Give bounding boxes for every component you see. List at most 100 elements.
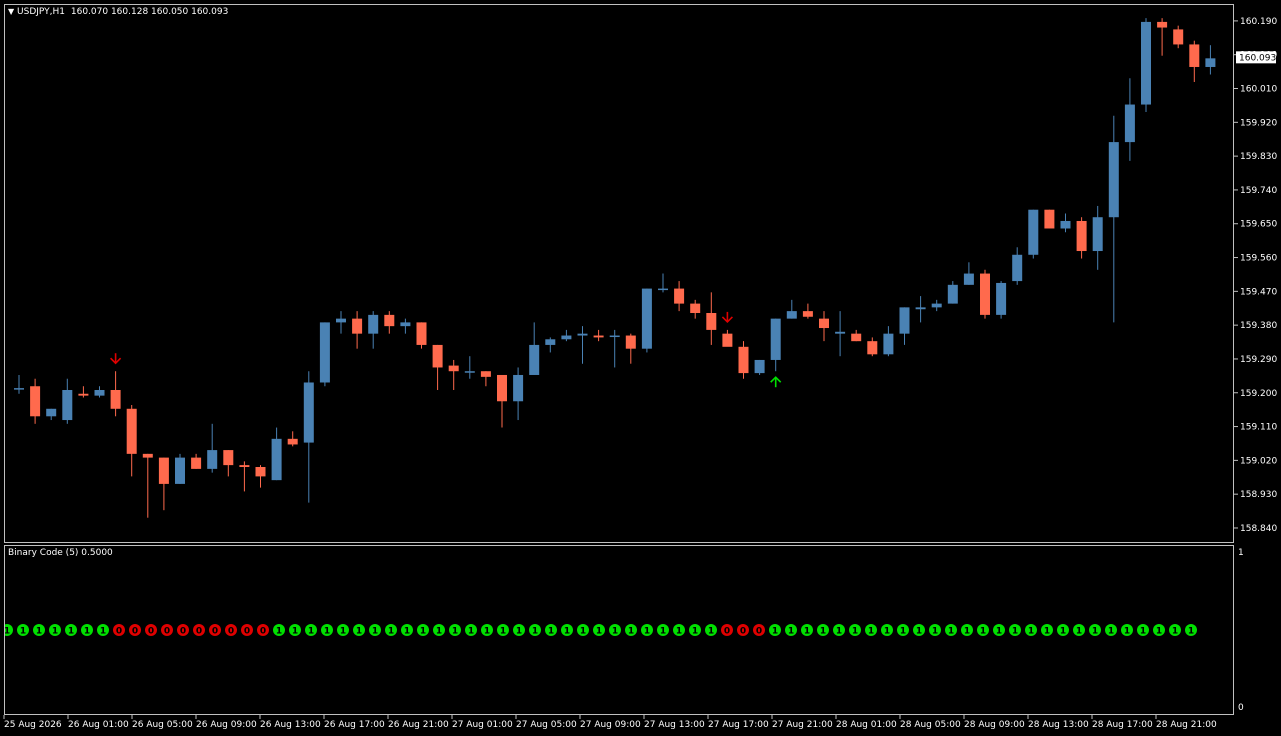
- binary-dot-digit: 1: [772, 627, 778, 637]
- binary-one-dot: 1: [529, 624, 541, 637]
- candle-body: [706, 313, 717, 330]
- binary-dot-digit: 1: [580, 627, 586, 637]
- candle-body: [303, 382, 314, 443]
- bull-candle: [62, 378, 73, 424]
- price-chart-pane[interactable]: ▼ USDJPY,H1 160.070 160.128 160.050 160.…: [4, 4, 1234, 543]
- bull-candle: [963, 262, 974, 285]
- candle-body: [1205, 58, 1216, 67]
- bull-candle: [899, 307, 910, 345]
- binary-dot-digit: 1: [68, 627, 74, 637]
- bear-candle: [158, 457, 169, 511]
- binary-one-dot: 1: [1041, 624, 1053, 637]
- binary-dot-digit: 1: [36, 627, 42, 637]
- binary-one-dot: 1: [993, 624, 1005, 637]
- binary-dot-digit: 1: [5, 627, 10, 637]
- candle-body: [802, 311, 813, 317]
- binary-zero-dot: 0: [129, 624, 141, 637]
- candle-body: [207, 450, 218, 469]
- time-label: 26 Aug 05:00: [132, 720, 193, 730]
- binary-dot-digit: 1: [868, 627, 874, 637]
- binary-dot-digit: 1: [932, 627, 938, 637]
- symbol-period: USDJPY,H1: [17, 7, 65, 17]
- candle-body: [835, 331, 846, 334]
- binary-one-dot: 1: [321, 624, 333, 637]
- candle-body: [883, 333, 894, 355]
- binary-dot-digit: 1: [1156, 627, 1162, 637]
- bear-candle: [110, 371, 121, 417]
- binary-zero-dot: 0: [209, 624, 221, 637]
- binary-one-dot: 1: [497, 624, 509, 637]
- binary-zero-dot: 0: [257, 624, 269, 637]
- candle-body: [786, 311, 797, 319]
- chart-menu-icon[interactable]: ▼: [8, 7, 14, 16]
- binary-dot-digit: 1: [420, 627, 426, 637]
- candle-body: [1012, 254, 1023, 282]
- binary-one-dot: 1: [657, 624, 669, 637]
- bear-candle: [239, 461, 250, 492]
- binary-zero-dot: 0: [241, 624, 253, 637]
- binary-one-dot: 1: [273, 624, 285, 637]
- price-tick-label: 159.650: [1240, 220, 1277, 230]
- candle-body: [819, 318, 829, 329]
- bull-candle: [1124, 78, 1135, 161]
- binary-dot-digit: 1: [404, 627, 410, 637]
- price-tick-label: 159.020: [1240, 456, 1277, 466]
- binary-one-dot: 1: [1089, 624, 1101, 637]
- candle-body: [352, 318, 363, 334]
- indicator-pane[interactable]: 1111111000000000011111111111111111111111…: [4, 545, 1234, 715]
- binary-dot-digit: 1: [292, 627, 298, 637]
- candle-body: [1141, 21, 1151, 105]
- time-label: 28 Aug 13:00: [1028, 720, 1089, 730]
- bear-candle: [1044, 209, 1055, 229]
- binary-one-dot: 1: [609, 624, 621, 637]
- candle-body: [641, 288, 652, 349]
- bear-candle: [802, 303, 813, 319]
- bear-candle: [432, 344, 443, 390]
- binary-one-dot: 1: [1121, 624, 1133, 637]
- binary-dot-digit: 0: [196, 627, 202, 637]
- binary-one-dot: 1: [625, 624, 637, 637]
- binary-dot-digit: 1: [708, 627, 714, 637]
- bull-candle: [947, 281, 958, 304]
- binary-zero-dot: 0: [161, 624, 173, 637]
- binary-dot-digit: 1: [100, 627, 106, 637]
- bull-candle: [1028, 209, 1039, 259]
- binary-zero-dot: 0: [753, 624, 765, 637]
- candle-body: [915, 307, 926, 310]
- time-label: 25 Aug 2026: [4, 720, 62, 730]
- binary-dot-digit: 1: [1188, 627, 1194, 637]
- candle-body: [658, 288, 668, 291]
- binary-dot-digit: 1: [548, 627, 554, 637]
- binary-one-dot: 1: [545, 624, 557, 637]
- candle-body: [963, 273, 974, 285]
- candle-body: [770, 318, 781, 360]
- candle-body: [593, 335, 604, 338]
- bear-candle: [674, 281, 685, 312]
- binary-one-dot: 1: [1169, 624, 1181, 637]
- price-tick-label: 160.010: [1240, 85, 1277, 95]
- binary-zero-dot: 0: [193, 624, 205, 637]
- binary-dot-digit: 1: [340, 627, 346, 637]
- binary-one-dot: 1: [1105, 624, 1117, 637]
- binary-dot-digit: 1: [644, 627, 650, 637]
- binary-dot-digit: 0: [756, 627, 762, 637]
- bull-candle: [529, 322, 540, 375]
- candle-body: [931, 303, 942, 308]
- binary-dot-digit: 1: [436, 627, 442, 637]
- binary-dot-digit: 1: [484, 627, 490, 637]
- price-tick-label: 159.920: [1240, 118, 1277, 128]
- price-tick-label: 159.560: [1240, 254, 1277, 264]
- binary-one-dot: 1: [913, 624, 925, 637]
- bull-candle: [94, 386, 105, 398]
- bear-candle: [1173, 25, 1184, 49]
- binary-dot-digit: 1: [1060, 627, 1066, 637]
- binary-dot-digit: 1: [308, 627, 314, 637]
- time-label: 27 Aug 09:00: [580, 720, 641, 730]
- bull-candle: [336, 311, 346, 334]
- candle-body: [577, 333, 588, 336]
- time-label: 28 Aug 09:00: [964, 720, 1025, 730]
- binary-one-dot: 1: [929, 624, 941, 637]
- bull-candle: [1060, 213, 1071, 233]
- time-label: 27 Aug 17:00: [708, 720, 769, 730]
- binary-zero-dot: 0: [721, 624, 733, 637]
